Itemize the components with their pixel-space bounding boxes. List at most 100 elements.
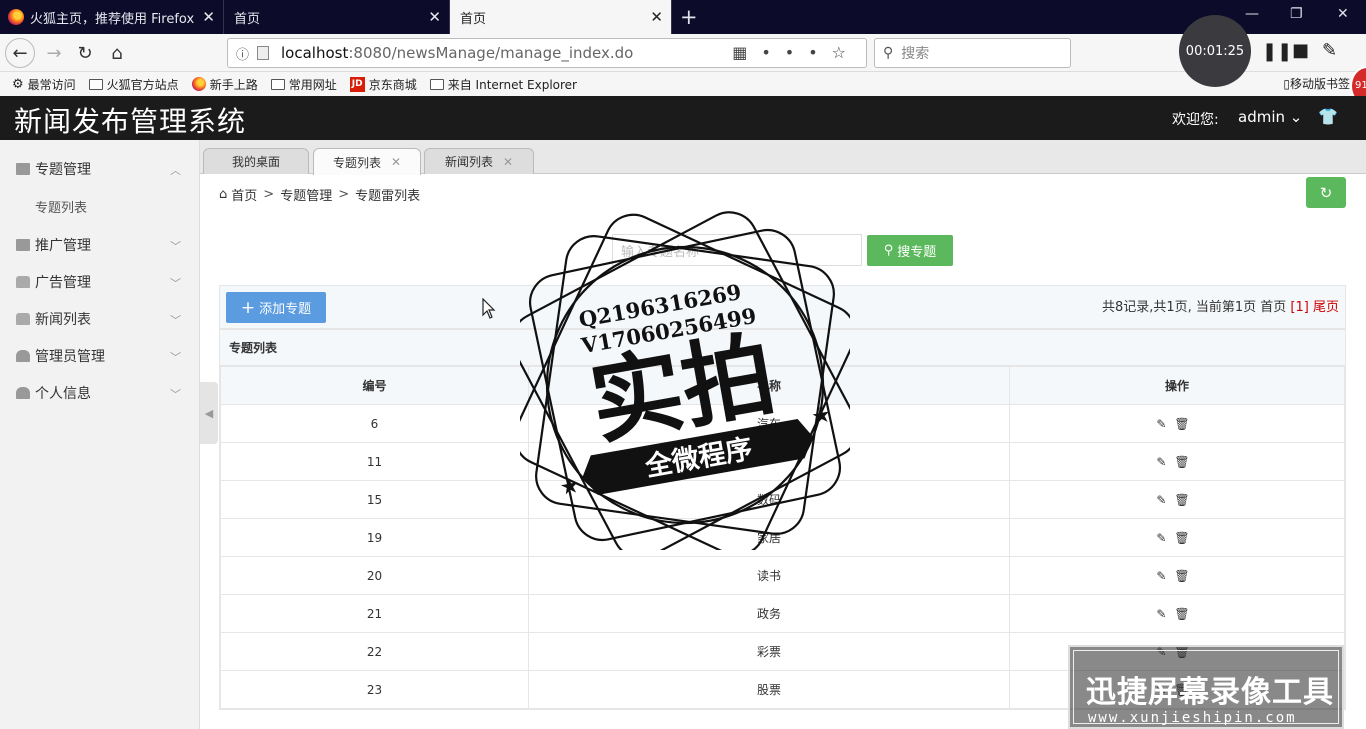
sidebar-subitem-topic-list[interactable]: 专题列表 bbox=[0, 187, 199, 226]
reload-icon[interactable]: ↻ bbox=[70, 38, 100, 68]
back-icon[interactable]: ← bbox=[5, 38, 35, 68]
chevron-left-icon: ◀ bbox=[204, 406, 214, 420]
cell-actions: ✎🗑 bbox=[1009, 594, 1345, 633]
badge-count: 91 bbox=[1355, 80, 1366, 91]
browser-tab-home-2[interactable]: 首页 ✕ bbox=[450, 0, 672, 34]
trash-icon[interactable]: 🗑 bbox=[1174, 607, 1197, 621]
bookmark-from-ie[interactable]: 来自 Internet Explorer bbox=[429, 76, 577, 93]
trash-icon[interactable]: 🗑 bbox=[1174, 455, 1197, 469]
bookmark-most-visited[interactable]: ⚙ 最常访问 bbox=[12, 76, 76, 93]
sidebar-collapse-toggle[interactable]: ◀ bbox=[200, 382, 218, 444]
app-header: 新闻发布管理系统 欢迎您: admin ⌄ 👕 bbox=[0, 96, 1366, 140]
forward-icon[interactable]: → bbox=[39, 38, 69, 68]
sidebar-item-topics[interactable]: 专题管理 ︿ bbox=[0, 150, 199, 187]
add-topic-button[interactable]: + 添加专题 bbox=[226, 292, 326, 323]
bookmark-jd[interactable]: JD 京东商城 bbox=[349, 76, 417, 93]
qr-icon[interactable]: ▦ bbox=[732, 43, 761, 62]
cell-name: 读书 bbox=[528, 556, 1010, 595]
folder-icon bbox=[270, 78, 285, 90]
mobile-bookmarks-label: 移动版书签 bbox=[1289, 77, 1350, 91]
browser-search-input[interactable]: ⚲ 搜索 bbox=[874, 38, 1071, 68]
pause-icon[interactable]: ❚❚ bbox=[1262, 41, 1292, 62]
breadcrumb-current: 专题雷列表 bbox=[355, 189, 421, 204]
pen-icon[interactable]: ✎ bbox=[1322, 40, 1337, 61]
close-icon[interactable]: ✕ bbox=[650, 8, 663, 26]
column-header-id: 编号 bbox=[220, 366, 529, 405]
user-icon bbox=[16, 349, 30, 362]
minimize-icon[interactable]: — bbox=[1245, 6, 1259, 22]
jd-logo-icon: JD bbox=[349, 76, 365, 92]
pagination-current[interactable]: [1] bbox=[1290, 300, 1308, 315]
bookmark-getting-started[interactable]: 新手上路 bbox=[191, 76, 258, 93]
close-icon[interactable]: ✕ bbox=[391, 155, 401, 169]
edit-icon[interactable]: ✎ bbox=[1156, 455, 1174, 469]
refresh-button[interactable]: ↻ bbox=[1306, 177, 1346, 208]
close-icon[interactable]: ✕ bbox=[428, 8, 441, 26]
sidebar-item-admins[interactable]: 管理员管理 ﹀ bbox=[0, 337, 199, 374]
page-icon bbox=[257, 46, 270, 60]
restore-icon[interactable]: ❐ bbox=[1290, 6, 1303, 22]
sidebar-item-ads[interactable]: 广告管理 ﹀ bbox=[0, 263, 199, 300]
new-tab-icon[interactable]: + bbox=[680, 5, 698, 29]
trash-icon[interactable]: 🗑 bbox=[1174, 531, 1197, 545]
edit-icon[interactable]: ✎ bbox=[1156, 607, 1174, 621]
content-tab-bar: 我的桌面 专题列表 ✕ 新闻列表 ✕ bbox=[200, 140, 1366, 175]
trash-icon[interactable]: 🗑 bbox=[1174, 417, 1197, 431]
edit-icon[interactable]: ✎ bbox=[1156, 417, 1174, 431]
window-close-icon[interactable]: ✕ bbox=[1337, 6, 1349, 22]
edit-icon[interactable]: ✎ bbox=[1156, 493, 1174, 507]
bookmark-label: 京东商城 bbox=[368, 77, 417, 92]
star-icon[interactable]: ☆ bbox=[832, 43, 860, 62]
search-topic-button[interactable]: ⚲ 搜专题 bbox=[867, 235, 953, 266]
bookmark-firefox-site[interactable]: 火狐官方站点 bbox=[88, 76, 179, 93]
browser-tab-home-1[interactable]: 首页 ✕ bbox=[224, 0, 450, 34]
sidebar-item-news[interactable]: 新闻列表 ﹀ bbox=[0, 300, 199, 337]
folder-icon bbox=[429, 78, 444, 90]
user-menu[interactable]: admin ⌄ bbox=[1238, 108, 1302, 126]
close-icon[interactable]: ✕ bbox=[503, 155, 513, 169]
tab-news-list[interactable]: 新闻列表 ✕ bbox=[424, 148, 534, 174]
cell-name: 数码 bbox=[528, 480, 1010, 519]
url-host: localhost bbox=[281, 44, 349, 62]
edit-icon[interactable]: ✎ bbox=[1156, 569, 1174, 583]
sidebar-item-profile[interactable]: 个人信息 ﹀ bbox=[0, 374, 199, 411]
more-icon[interactable]: ••• bbox=[761, 43, 831, 62]
trash-icon[interactable]: 🗑 bbox=[1174, 569, 1197, 583]
mobile-bookmarks[interactable]: ▯移动版书签 bbox=[1283, 75, 1350, 92]
stop-icon[interactable]: ■ bbox=[1292, 40, 1309, 61]
user-icon bbox=[16, 386, 30, 399]
skin-icon[interactable]: 👕 bbox=[1318, 107, 1338, 126]
app-title: 新闻发布管理系统 bbox=[14, 105, 247, 138]
bookmark-common-sites[interactable]: 常用网址 bbox=[270, 76, 337, 93]
info-icon[interactable]: ⓘ bbox=[236, 44, 249, 63]
cell-actions: ✎🗑 bbox=[1009, 442, 1345, 481]
tab-my-desktop[interactable]: 我的桌面 bbox=[203, 148, 309, 174]
pagination-last[interactable]: 尾页 bbox=[1313, 300, 1339, 315]
breadcrumb-topics[interactable]: 专题管理 bbox=[280, 185, 332, 204]
home-icon[interactable]: ⌂ bbox=[102, 38, 132, 68]
browser-tab-bar: 火狐主页，推荐使用 Firefox 火 ✕ 首页 ✕ 首页 ✕ + — ❐ ✕ bbox=[0, 0, 1366, 34]
topic-search-input[interactable]: 输入专题名称 bbox=[612, 234, 862, 266]
home-icon: ⌂ bbox=[219, 187, 228, 202]
user-name: admin bbox=[1238, 108, 1285, 126]
recorder-brand-overlay: 迅捷屏幕录像工具 www.xunjieshipin.com bbox=[1068, 645, 1344, 729]
tab-topic-list[interactable]: 专题列表 ✕ bbox=[313, 148, 421, 175]
browser-tab-firefox-home[interactable]: 火狐主页，推荐使用 Firefox 火 ✕ bbox=[0, 0, 224, 34]
sidebar-item-promotion[interactable]: 推广管理 ﹀ bbox=[0, 226, 199, 263]
refresh-icon: ↻ bbox=[1319, 183, 1333, 202]
breadcrumb-home[interactable]: 首页 bbox=[231, 185, 257, 204]
table-row: 21 政务 ✎🗑 bbox=[220, 594, 1345, 633]
pagination: 共8记录,共1页, 当前第1页 首页 [1] 尾页 bbox=[1102, 296, 1339, 315]
cell-actions: ✎🗑 bbox=[1009, 556, 1345, 595]
url-bar[interactable]: ⓘ localhost :8080/newsManage/manage_inde… bbox=[227, 38, 867, 68]
browser-search-placeholder: 搜索 bbox=[901, 46, 930, 62]
edit-icon[interactable]: ✎ bbox=[1156, 531, 1174, 545]
sidebar-item-label: 广告管理 bbox=[35, 274, 91, 291]
trash-icon[interactable]: 🗑 bbox=[1174, 493, 1197, 507]
bookmark-label: 最常访问 bbox=[27, 77, 76, 92]
chevron-down-icon: ﹀ bbox=[170, 240, 181, 253]
table-row: 11 ✎🗑 bbox=[220, 442, 1345, 481]
close-icon[interactable]: ✕ bbox=[202, 8, 215, 26]
sidebar: 专题管理 ︿ 专题列表 推广管理 ﹀ 广告管理 ﹀ 新闻列表 ﹀ 管理员管理 ﹀… bbox=[0, 140, 200, 729]
cell-id: 15 bbox=[220, 480, 529, 519]
